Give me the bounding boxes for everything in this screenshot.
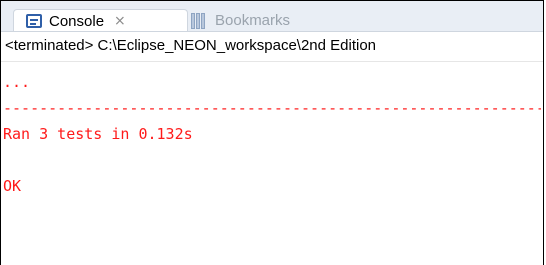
view-tab-bar: Console ⨯ Bookmarks <box>1 1 543 32</box>
console-icon <box>26 14 42 28</box>
bookmarks-icon <box>191 12 209 29</box>
close-icon[interactable]: ⨯ <box>114 13 126 29</box>
tab-bookmarks-label: Bookmarks <box>215 12 291 29</box>
status-divider <box>1 61 543 62</box>
tab-console[interactable]: Console ⨯ <box>13 9 188 32</box>
output-line: Ran 3 tests in 0.132s <box>3 125 193 143</box>
console-output[interactable]: ... ------------------------------------… <box>3 69 541 199</box>
console-view: Console ⨯ Bookmarks <terminated> C:\Ecli… <box>0 0 544 265</box>
process-status-line: <terminated> C:\Eclipse_NEON_workspace\2… <box>5 37 377 54</box>
output-line: OK <box>3 177 22 195</box>
tab-divider <box>1 31 543 32</box>
output-line: ... <box>3 73 31 91</box>
output-line: ----------------------------------------… <box>3 99 541 117</box>
tab-console-label: Console <box>49 12 105 30</box>
tab-bookmarks[interactable]: Bookmarks <box>191 9 290 32</box>
